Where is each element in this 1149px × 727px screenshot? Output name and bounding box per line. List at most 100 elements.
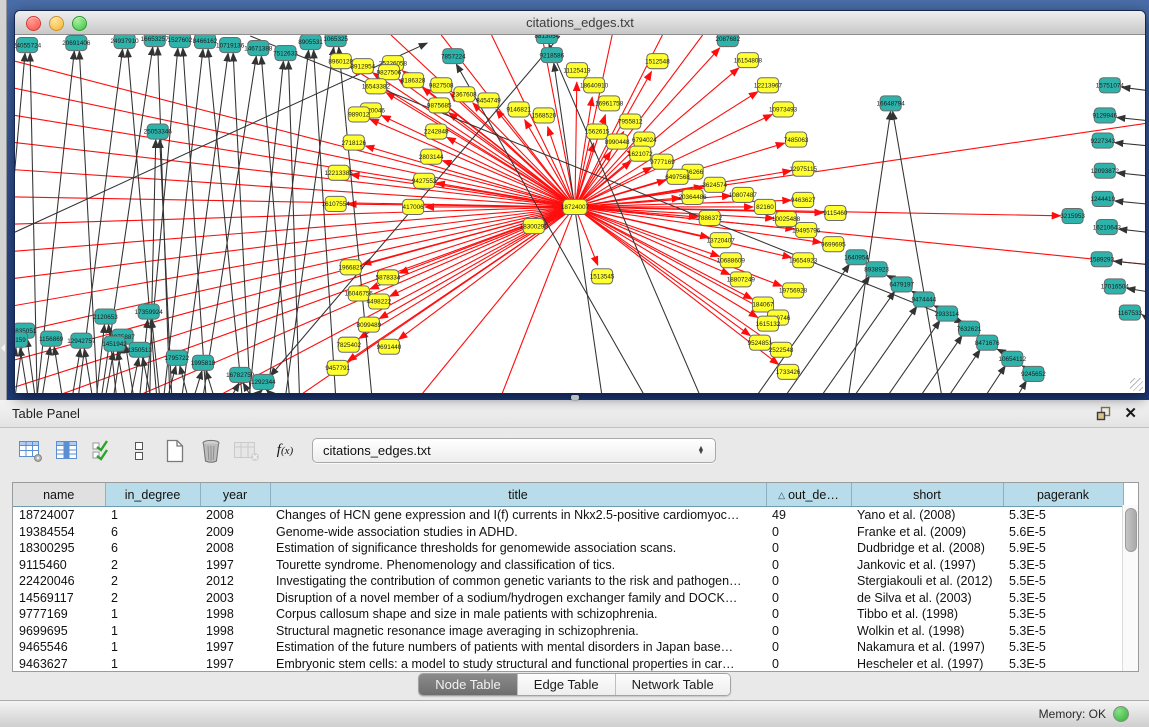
network-node-yellow[interactable]: 3624574 bbox=[702, 177, 727, 192]
network-node-yellow[interactable]: 1568520 bbox=[531, 108, 556, 123]
network-node-yellow[interactable]: 7825402 bbox=[336, 337, 361, 352]
network-node-teal[interactable]: 9474444 bbox=[912, 292, 937, 307]
table-cell[interactable]: 5.3E-5 bbox=[1003, 639, 1123, 656]
table-row[interactable]: 977716911998Corpus callosum shape and si… bbox=[13, 606, 1123, 623]
citation-edge-black[interactable] bbox=[194, 371, 202, 393]
network-node-teal[interactable]: 17359924 bbox=[135, 304, 164, 319]
tab-edge-table[interactable]: Edge Table bbox=[518, 674, 616, 695]
table-cell[interactable]: 0 bbox=[766, 606, 851, 623]
network-node-teal[interactable]: 3215953 bbox=[1060, 208, 1085, 223]
network-node-teal[interactable]: 1451942 bbox=[102, 336, 127, 351]
citation-edge-black[interactable] bbox=[985, 366, 1005, 393]
network-node-yellow[interactable]: 9146821 bbox=[506, 102, 531, 117]
table-cell[interactable]: 22420046 bbox=[13, 573, 105, 590]
network-node-teal[interactable]: 1244419 bbox=[1090, 191, 1115, 206]
network-node-yellow[interactable]: 417006 bbox=[403, 199, 425, 214]
table-cell[interactable]: 0 bbox=[766, 623, 851, 640]
table-cell[interactable]: 2012 bbox=[200, 573, 270, 590]
network-node-teal[interactable]: 24055724 bbox=[15, 38, 42, 53]
network-node-teal[interactable]: 16648794 bbox=[877, 96, 906, 111]
network-node-yellow[interactable]: 1562615 bbox=[585, 124, 610, 139]
table-scrollbar[interactable] bbox=[1122, 505, 1138, 671]
citation-edge-black[interactable] bbox=[203, 56, 256, 393]
close-panel-icon[interactable]: ✕ bbox=[1124, 406, 1137, 421]
table-cell[interactable]: Investigating the contribution of common… bbox=[270, 573, 766, 590]
table-cell[interactable]: 1997 bbox=[200, 656, 270, 673]
column-header-title[interactable]: title bbox=[270, 483, 766, 507]
network-node-yellow[interactable]: 9699695 bbox=[821, 237, 846, 252]
network-node-yellow[interactable]: 1733426 bbox=[776, 364, 801, 379]
network-node-teal[interactable]: 24937910 bbox=[111, 35, 140, 49]
citation-edge-red[interactable] bbox=[365, 146, 575, 207]
table-cell[interactable]: 9463627 bbox=[13, 656, 105, 673]
network-node-yellow[interactable]: 19654923 bbox=[789, 253, 818, 268]
splitter-handle[interactable] bbox=[571, 395, 579, 400]
table-cell[interactable]: 1 bbox=[105, 623, 200, 640]
table-cell[interactable]: 0 bbox=[766, 540, 851, 557]
network-node-teal[interactable]: 8813054 bbox=[535, 35, 560, 44]
table-cell[interactable]: 0 bbox=[766, 656, 851, 673]
table-row[interactable]: 1872400712008Changes of HCN gene express… bbox=[13, 507, 1123, 524]
table-cell[interactable]: 49 bbox=[766, 507, 851, 524]
network-node-yellow[interactable]: 9427552 bbox=[412, 173, 437, 188]
network-node-teal[interactable]: 7632621 bbox=[957, 321, 982, 336]
table-cell[interactable]: Embryonic stem cells: a model to study s… bbox=[270, 656, 766, 673]
network-node-yellow[interactable]: 10973493 bbox=[769, 102, 798, 117]
table-cell[interactable]: 1 bbox=[105, 606, 200, 623]
table-cell[interactable]: Disruption of a novel member of a sodium… bbox=[270, 590, 766, 607]
delete-table-icon[interactable] bbox=[196, 437, 226, 465]
table-cell[interactable]: 5.3E-5 bbox=[1003, 656, 1123, 673]
table-cell[interactable]: 2 bbox=[105, 557, 200, 574]
table-cell[interactable]: 2 bbox=[105, 573, 200, 590]
network-node-teal[interactable]: 10654112 bbox=[998, 351, 1026, 366]
table-cell[interactable]: 2009 bbox=[200, 524, 270, 541]
citation-edge-black[interactable] bbox=[180, 366, 188, 393]
citation-edge-black[interactable] bbox=[1122, 87, 1145, 90]
table-cell[interactable]: 6 bbox=[105, 540, 200, 557]
network-node-teal[interactable]: 1350513 bbox=[127, 342, 152, 357]
network-node-teal[interactable]: 8471676 bbox=[975, 335, 1000, 350]
network-node-teal[interactable]: 7512633 bbox=[273, 46, 298, 61]
table-cell[interactable]: Tibbo et al. (1998) bbox=[851, 606, 1003, 623]
table-cell[interactable]: 5.9E-5 bbox=[1003, 540, 1123, 557]
column-header-short[interactable]: short bbox=[851, 483, 1003, 507]
table-row[interactable]: 1938455462009Genome-wide association stu… bbox=[13, 524, 1123, 541]
network-node-yellow[interactable]: 9827508 bbox=[429, 78, 454, 93]
network-node-teal[interactable]: 8938923 bbox=[864, 262, 889, 277]
network-node-yellow[interactable]: 12975115 bbox=[789, 161, 817, 176]
citation-edge-black[interactable] bbox=[1119, 229, 1145, 232]
network-node-teal[interactable]: 2933114 bbox=[935, 306, 960, 321]
network-node-yellow[interactable]: 7485063 bbox=[784, 132, 809, 147]
destroy-table-icon[interactable] bbox=[232, 437, 262, 465]
network-node-teal[interactable]: 1995818 bbox=[191, 355, 216, 370]
network-node-yellow[interactable]: 18300295 bbox=[520, 219, 549, 234]
citation-edge-black[interactable] bbox=[1142, 315, 1145, 318]
table-cell[interactable]: de Silva et al. (2003) bbox=[851, 590, 1003, 607]
table-row[interactable]: 1456911722003Disruption of a novel membe… bbox=[13, 590, 1123, 607]
network-node-yellow[interactable]: 11125419 bbox=[563, 63, 591, 78]
network-node-teal[interactable]: 1065325 bbox=[323, 35, 348, 47]
table-cell[interactable]: 0 bbox=[766, 557, 851, 574]
network-node-yellow[interactable]: 9777169 bbox=[650, 154, 675, 169]
network-node-yellow[interactable]: 9691440 bbox=[377, 339, 402, 354]
network-node-teal[interactable]: 17016504 bbox=[1101, 279, 1130, 294]
citation-edge-black[interactable] bbox=[920, 336, 962, 393]
network-node-yellow[interactable]: 16107554 bbox=[322, 196, 351, 211]
table-cell[interactable]: Dudbridge et al. (2008) bbox=[851, 540, 1003, 557]
network-node-yellow[interactable]: 8912954 bbox=[351, 59, 376, 74]
table-cell[interactable]: 1 bbox=[105, 656, 200, 673]
table-cell[interactable]: Nakamura et al. (1997) bbox=[851, 639, 1003, 656]
network-node-yellow[interactable]: 7886372 bbox=[697, 210, 722, 225]
network-node-teal[interactable]: 1640954 bbox=[844, 250, 869, 265]
citation-edge-black[interactable] bbox=[208, 49, 242, 393]
table-row[interactable]: 969969511998Structural magnetic resonanc… bbox=[13, 623, 1123, 640]
citation-edge-black[interactable] bbox=[948, 350, 980, 393]
table-cell[interactable]: 2008 bbox=[200, 540, 270, 557]
table-cell[interactable]: 9777169 bbox=[13, 606, 105, 623]
table-row[interactable]: 2242004622012Investigating the contribut… bbox=[13, 573, 1123, 590]
network-node-teal[interactable]: 7857224 bbox=[441, 49, 466, 64]
close-window-icon[interactable] bbox=[26, 16, 41, 31]
network-node-yellow[interactable]: 12213967 bbox=[754, 78, 783, 93]
network-node-yellow[interactable]: 2242848 bbox=[424, 124, 449, 139]
network-node-yellow[interactable]: 10807487 bbox=[729, 187, 758, 202]
